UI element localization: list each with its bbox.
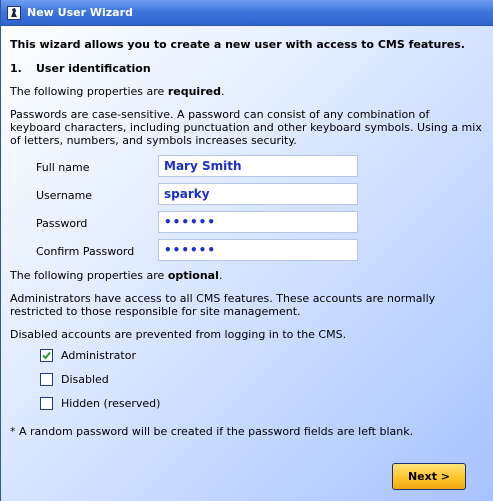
next-button[interactable]: Next > [392,463,466,490]
wizard-content: This wizard allows you to create a new u… [10,38,483,438]
required-note-prefix: The following properties are [10,85,168,98]
hidden-label: Hidden (reserved) [61,397,161,410]
required-note-suffix: . [220,85,225,98]
admin-help-text: Administrators have access to all CMS fe… [10,292,436,318]
optional-note-prefix: The following properties are [10,269,168,282]
checkmark-icon [42,351,51,360]
optional-note-emphasis: optional [167,269,219,282]
administrator-label: Administrator [61,349,136,362]
disabled-help-text: Disabled accounts are prevented from log… [10,328,347,341]
full-name-row: Full name [10,155,483,183]
footnote-text: * A random password will be created if t… [10,425,414,438]
section-number: 1. [10,62,22,75]
identification-form: Full name Username Password Confirm Pass… [10,155,483,267]
disabled-label: Disabled [61,373,109,386]
hidden-checkbox[interactable] [40,397,53,410]
required-note: The following properties are required. [10,85,483,98]
username-row: Username [10,183,483,211]
full-name-input[interactable] [158,155,358,177]
disabled-checkbox[interactable] [40,373,53,386]
window-title: New User Wizard [27,6,133,19]
username-label: Username [36,189,93,202]
options-checkboxes: Administrator Disabled Hidden (reserved) [10,349,483,421]
optional-note: The following properties are optional. [10,269,483,282]
confirm-password-label: Confirm Password [36,245,135,258]
wizard-icon [7,5,21,20]
wizard-window: New User Wizard This wizard allows you t… [0,0,493,501]
password-label: Password [36,217,88,230]
administrator-checkbox[interactable] [40,349,53,362]
full-name-label: Full name [36,161,90,174]
intro-text: This wizard allows you to create a new u… [10,38,465,51]
hidden-option[interactable]: Hidden (reserved) [10,397,483,421]
password-input[interactable] [158,211,358,233]
required-note-emphasis: required [167,85,221,98]
password-row: Password [10,211,483,239]
optional-note-suffix: . [218,269,223,282]
section-title: User identification [36,62,151,75]
section-heading: 1. User identification [10,62,483,75]
username-input[interactable] [158,183,358,205]
confirm-password-input[interactable] [158,239,358,261]
title-bar: New User Wizard [1,0,493,26]
administrator-option[interactable]: Administrator [10,349,483,373]
password-help-text: Passwords are case-sensitive. A password… [10,108,482,147]
disabled-option[interactable]: Disabled [10,373,483,397]
confirm-password-row: Confirm Password [10,239,483,267]
